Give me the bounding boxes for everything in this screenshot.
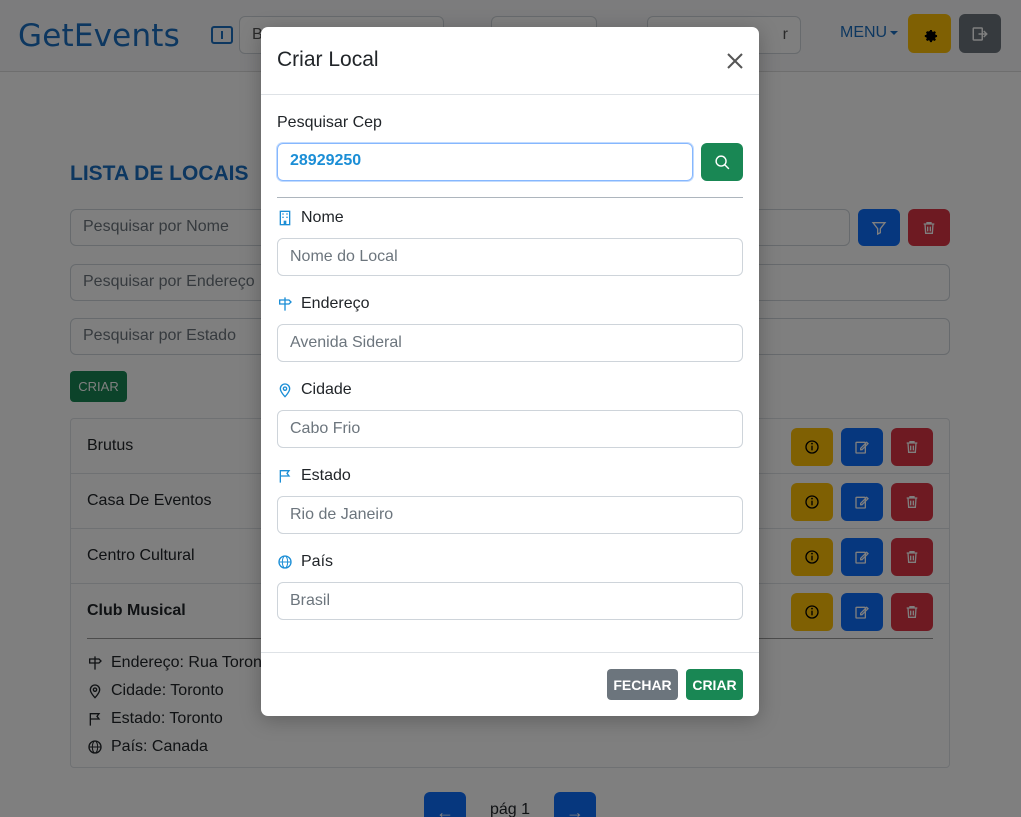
endereco-input[interactable]: Avenida Sideral (277, 324, 743, 362)
pais-input[interactable]: Brasil (277, 582, 743, 620)
cidade-label: Cidade (277, 381, 352, 399)
search-icon (714, 154, 729, 169)
pais-label: País (277, 553, 333, 571)
nome-label: Nome (277, 209, 344, 227)
modal-header: Criar Local (261, 27, 759, 95)
cep-input[interactable]: 28929250 (277, 143, 693, 181)
close-icon[interactable] (725, 51, 745, 71)
cidade-input[interactable]: Cabo Frio (277, 410, 743, 448)
estado-input[interactable]: Rio de Janeiro (277, 496, 743, 534)
endereco-label: Endereço (277, 295, 370, 313)
create-button[interactable]: CRIAR (686, 669, 743, 700)
create-place-modal: Criar Local Pesquisar Cep 28929250 Nome … (261, 27, 759, 716)
flag-icon (279, 470, 291, 483)
cep-label: Pesquisar Cep (277, 114, 382, 131)
nome-input[interactable]: Nome do Local (277, 238, 743, 276)
building-icon (279, 210, 291, 226)
signpost-icon (279, 297, 292, 311)
close-modal-button[interactable]: FECHAR (607, 669, 678, 700)
cep-search-button[interactable] (701, 143, 743, 181)
modal-footer: FECHAR CRIAR (261, 652, 759, 716)
map-pin-icon (279, 383, 291, 398)
divider (277, 197, 743, 198)
modal-title: Criar Local (277, 48, 379, 71)
globe-icon (278, 555, 292, 569)
estado-label: Estado (277, 467, 351, 485)
